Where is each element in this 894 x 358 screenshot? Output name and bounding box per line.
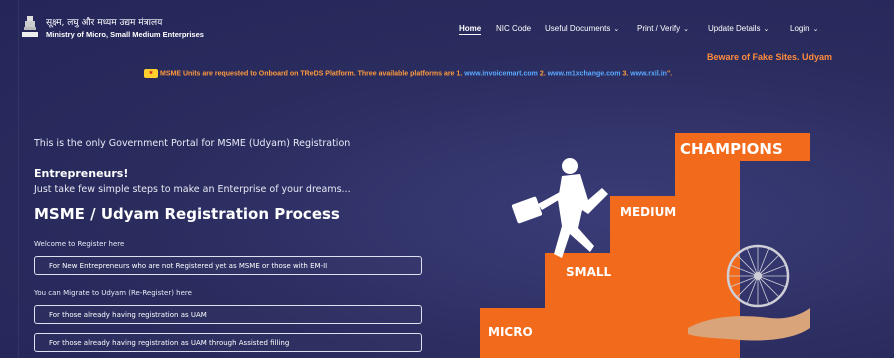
nav-login-label: Login — [790, 24, 810, 33]
nav-login[interactable]: Login ⌄ — [790, 24, 818, 33]
msme-growth-illustration: MICRO SMALL MEDIUM CHAMPIONS — [480, 133, 810, 358]
link-rxil[interactable]: www.rxil.in — [630, 70, 667, 77]
link-invoicemart[interactable]: www.invoicemart.com — [464, 70, 538, 77]
link-m1xchange[interactable]: www.m1xchange.com — [548, 70, 621, 77]
nav-home[interactable]: Home — [459, 24, 482, 35]
chakra-wheel-icon — [726, 244, 790, 308]
step-medium-label: MEDIUM — [620, 205, 676, 219]
fake-sites-warning: Beware of Fake Sites. Udyam — [707, 52, 833, 62]
brand-hindi: सूक्ष्म, लघु और मध्यम उद्यम मंत्रालय — [46, 18, 163, 28]
entrepreneurs-subtext: Just take few simple steps to make an En… — [34, 184, 351, 195]
ticker-text: MSME Units are requested to Onboard on T… — [160, 70, 463, 78]
intro-text: This is the only Government Portal for M… — [34, 138, 351, 149]
brand-english: Ministry of Micro, Small Medium Enterpri… — [46, 30, 204, 39]
nav-print-verify-label: Print / Verify — [637, 24, 681, 33]
uam-registration-button[interactable]: For those already having registration as… — [34, 305, 422, 324]
nav-nic-code-label: NIC Code — [496, 24, 532, 33]
nav-nic-code[interactable]: NIC Code — [496, 24, 531, 33]
nav-update-details-label: Update Details — [708, 24, 761, 33]
new-badge-icon: ★ — [144, 69, 158, 78]
chevron-down-icon: ⌄ — [812, 26, 819, 33]
page-title: MSME / Udyam Registration Process — [34, 205, 340, 223]
nav-update-details[interactable]: Update Details ⌄ — [708, 24, 769, 33]
migrate-label: You can Migrate to Udyam (Re-Register) h… — [34, 289, 192, 297]
step-champions-label: CHAMPIONS — [680, 140, 783, 158]
ticker-mid-2: 3. — [622, 70, 629, 78]
nav-home-label: Home — [459, 24, 482, 33]
chevron-down-icon: ⌄ — [613, 26, 620, 33]
entrepreneurs-heading: Entrepreneurs! — [34, 167, 129, 180]
ticker-end: ". — [666, 70, 673, 78]
chevron-down-icon: ⌄ — [683, 26, 689, 33]
welcome-label: Welcome to Register here — [34, 240, 125, 248]
nav-print-verify[interactable]: Print / Verify ⌄ — [637, 24, 689, 33]
news-ticker: ★ MSME Units are requested to Onboard on … — [144, 69, 672, 78]
nav-useful-documents[interactable]: Useful Documents ⌄ — [545, 24, 619, 33]
step-micro-label: MICRO — [488, 325, 533, 339]
ticker-mid-1: 2. — [539, 70, 546, 78]
step-small-label: SMALL — [566, 265, 612, 279]
new-registration-button[interactable]: For New Entrepreneurs who are not Regist… — [34, 256, 422, 275]
uam-assisted-registration-button[interactable]: For those already having registration as… — [34, 333, 422, 352]
businessman-silhouette — [511, 158, 608, 258]
chevron-down-icon: ⌄ — [763, 26, 770, 33]
nav-useful-documents-label: Useful Documents — [545, 24, 611, 33]
national-emblem-icon — [22, 16, 38, 37]
